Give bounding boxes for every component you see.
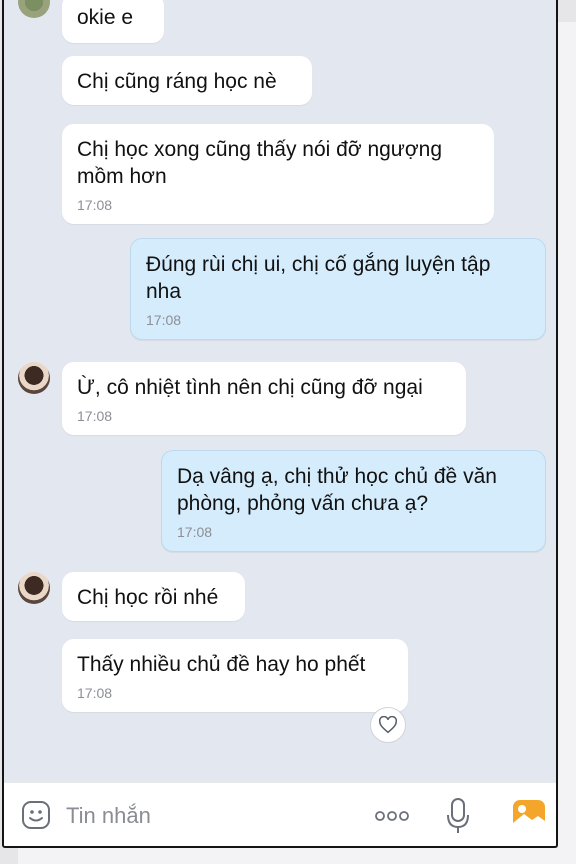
message-time: 17:08 [77,197,113,213]
message-text: Chị học rồi nhé [77,586,219,609]
message-bubble[interactable]: Dạ vâng ạ, chị thử học chủ đề văn phòng,… [161,450,546,552]
page-background [18,848,576,864]
heart-icon [379,716,397,734]
chat-window: okie e Chị cũng ráng học nè Chị học xong… [2,0,558,848]
message-time: 17:08 [146,312,182,328]
message-bubble[interactable]: Thấy nhiều chủ đề hay ho phết 17:08 [62,639,408,712]
message-text: Dạ vâng ạ, chị thử học chủ đề văn phòng,… [177,465,497,515]
message-text: Thấy nhiều chủ đề hay ho phết [77,653,366,676]
message-list[interactable]: okie e Chị cũng ráng học nè Chị học xong… [4,0,556,782]
message-time: 17:08 [77,408,113,424]
message-text: Đúng rùi chị ui, chị cố gắng luyện tập n… [146,253,491,303]
message-bubble[interactable]: Chị học xong cũng thấy nói đỡ ngượng mồm… [62,124,494,224]
contact-avatar[interactable] [18,0,50,18]
message-time: 17:08 [77,685,113,701]
message-text: okie e [77,6,134,29]
message-text: Ừ, cô nhiệt tình nên chị cũng đỡ ngại [77,376,423,399]
more-dots-icon[interactable] [374,809,410,828]
message-bubble[interactable]: okie e [62,0,164,43]
message-bubble[interactable]: Chị học rồi nhé [62,572,245,621]
message-composer: Tin nhắn [4,782,556,846]
message-text: Chị cũng ráng học nè [77,70,277,93]
message-input[interactable]: Tin nhắn [66,803,151,829]
message-text: Chị học xong cũng thấy nói đỡ ngượng mồm… [77,138,442,188]
microphone-icon[interactable] [444,797,472,840]
image-gallery-icon[interactable] [512,799,546,836]
page-background [558,22,576,864]
message-time: 17:08 [177,524,213,540]
contact-avatar[interactable] [18,572,50,604]
emoji-sticker-icon[interactable] [20,799,52,836]
contact-avatar[interactable] [18,362,50,394]
react-heart-button[interactable] [370,707,406,743]
message-bubble[interactable]: Ừ, cô nhiệt tình nên chị cũng đỡ ngại 17… [62,362,466,435]
message-bubble[interactable]: Đúng rùi chị ui, chị cố gắng luyện tập n… [130,238,546,340]
message-bubble[interactable]: Chị cũng ráng học nè [62,56,312,105]
